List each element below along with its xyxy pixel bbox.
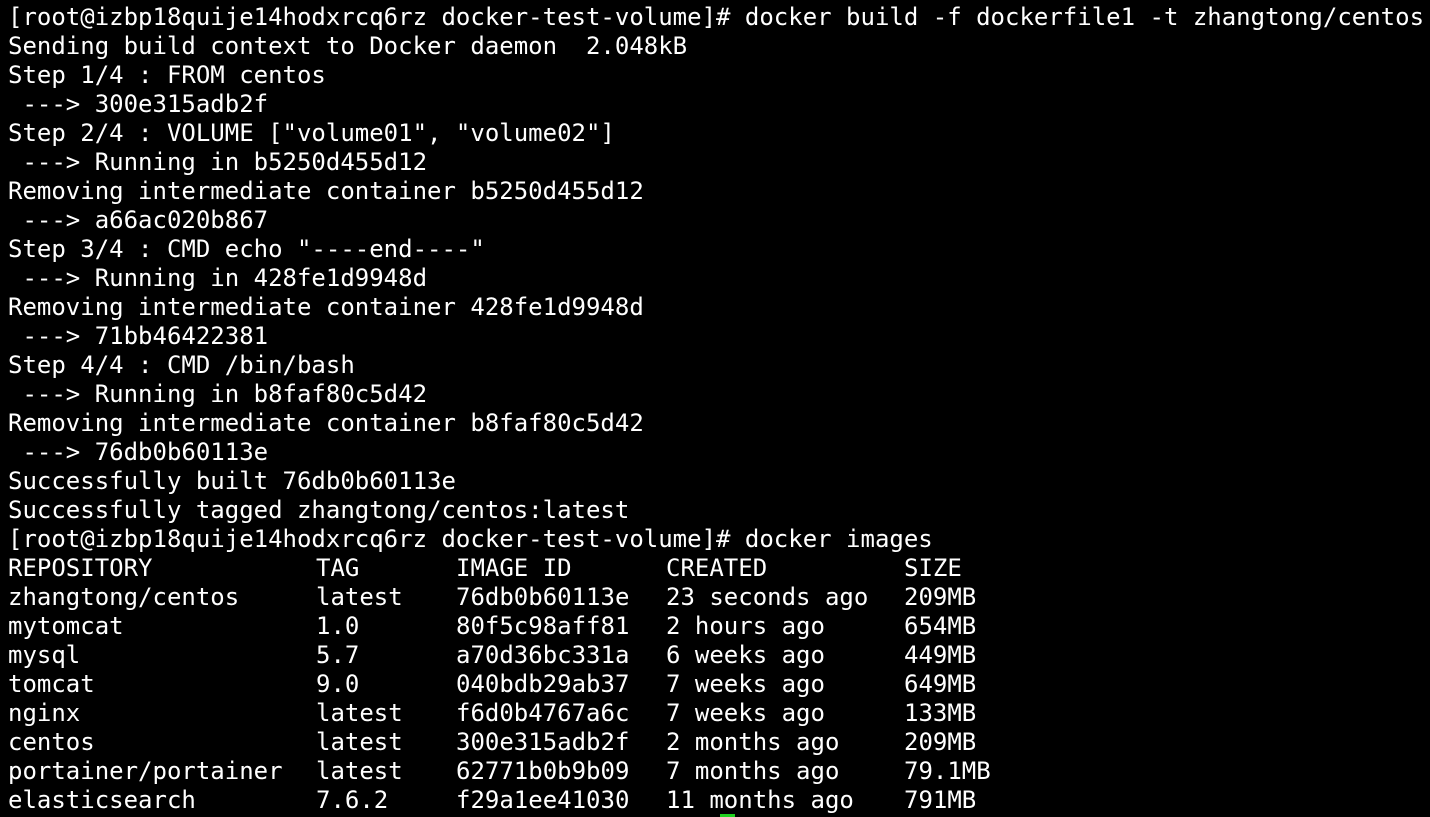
cell-image-id: 80f5c98aff81 [456,612,630,640]
prompt-line: [root@izbp18quije14hodxrcq6rz docker-tes… [8,3,1430,31]
cell-image-id: 300e315adb2f [456,728,630,756]
output-line: Step 4/4 : CMD /bin/bash [8,351,355,379]
images-table-header: REPOSITORY TAG IMAGE ID CREATED SIZE [8,554,1408,583]
cell-image-id: f29a1ee41030 [456,786,630,814]
cell-size: 133MB [904,699,977,727]
cell-tag: 5.7 [316,641,360,669]
column-header-created: CREATED [666,554,768,582]
cell-size: 79.1MB [904,757,991,785]
output-line: Removing intermediate container b5250d45… [8,177,644,205]
cell-tag: latest [316,757,403,785]
output-line: ---> a66ac020b867 [8,206,269,234]
cell-image-id: 76db0b60113e [456,583,630,611]
output-line: ---> Running in b8faf80c5d42 [8,380,428,408]
column-header-image-id: IMAGE ID [456,554,572,582]
table-row: portainer/portainer latest 62771b0b9b09 … [8,757,1408,786]
cell-repository: tomcat [8,670,95,698]
cell-size: 649MB [904,670,977,698]
output-line: Successfully tagged zhangtong/centos:lat… [8,496,630,524]
output-line: Step 3/4 : CMD echo "----end----" [8,235,485,263]
output-line: Sending build context to Docker daemon 2… [8,32,688,60]
terminal-output: [root@izbp18quije14hodxrcq6rz docker-tes… [8,3,1430,815]
output-line: ---> Running in 428fe1d9948d [8,264,428,292]
cell-tag: latest [316,583,403,611]
cell-created: 6 weeks ago [666,641,825,669]
cell-created: 2 hours ago [666,612,825,640]
output-line: Successfully built 76db0b60113e [8,467,456,495]
cell-repository: zhangtong/centos [8,583,240,611]
table-row: nginx latest f6d0b4767a6c 7 weeks ago 13… [8,699,1408,728]
cell-created: 7 weeks ago [666,670,825,698]
output-line: ---> 71bb46422381 [8,322,269,350]
table-row: mysql 5.7 a70d36bc331a 6 weeks ago 449MB [8,641,1408,670]
cell-size: 209MB [904,728,977,756]
cell-repository: mysql [8,641,81,669]
cell-image-id: a70d36bc331a [456,641,630,669]
cell-repository: elasticsearch [8,786,196,814]
cell-size: 791MB [904,786,977,814]
cell-image-id: 040bdb29ab37 [456,670,630,698]
table-row: elasticsearch 7.6.2 f29a1ee41030 11 mont… [8,786,1408,815]
output-line: ---> 76db0b60113e [8,438,269,466]
column-header-tag: TAG [316,554,360,582]
cell-repository: mytomcat [8,612,124,640]
cell-tag: latest [316,728,403,756]
prompt-line: [root@izbp18quije14hodxrcq6rz docker-tes… [8,525,933,553]
cell-size: 449MB [904,641,977,669]
output-line: Step 2/4 : VOLUME ["volume01", "volume02… [8,119,615,147]
cell-created: 23 seconds ago [666,583,869,611]
table-row: centos latest 300e315adb2f 2 months ago … [8,728,1408,757]
column-header-size: SIZE [904,554,962,582]
output-line: Removing intermediate container b8faf80c… [8,409,644,437]
column-header-repository: REPOSITORY [8,554,153,582]
table-row: zhangtong/centos latest 76db0b60113e 23 … [8,583,1408,612]
cell-size: 654MB [904,612,977,640]
cell-created: 7 weeks ago [666,699,825,727]
cell-tag: latest [316,699,403,727]
output-line: Step 1/4 : FROM centos [8,61,326,89]
cell-repository: portainer/portainer [8,757,283,785]
cell-image-id: 62771b0b9b09 [456,757,630,785]
cell-image-id: f6d0b4767a6c [456,699,630,727]
output-line: Removing intermediate container 428fe1d9… [8,293,644,321]
cell-repository: nginx [8,699,81,727]
cell-repository: centos [8,728,95,756]
cell-tag: 9.0 [316,670,360,698]
cell-created: 11 months ago [666,786,854,814]
cell-size: 209MB [904,583,977,611]
output-line: ---> 300e315adb2f [8,90,269,118]
terminal-window[interactable]: [root@izbp18quije14hodxrcq6rz docker-tes… [0,0,1430,817]
output-line: ---> Running in b5250d455d12 [8,148,428,176]
table-row: mytomcat 1.0 80f5c98aff81 2 hours ago 65… [8,612,1408,641]
cell-tag: 7.6.2 [316,786,389,814]
cell-tag: 1.0 [316,612,360,640]
cell-created: 7 months ago [666,757,840,785]
table-row: tomcat 9.0 040bdb29ab37 7 weeks ago 649M… [8,670,1408,699]
cell-created: 2 months ago [666,728,840,756]
